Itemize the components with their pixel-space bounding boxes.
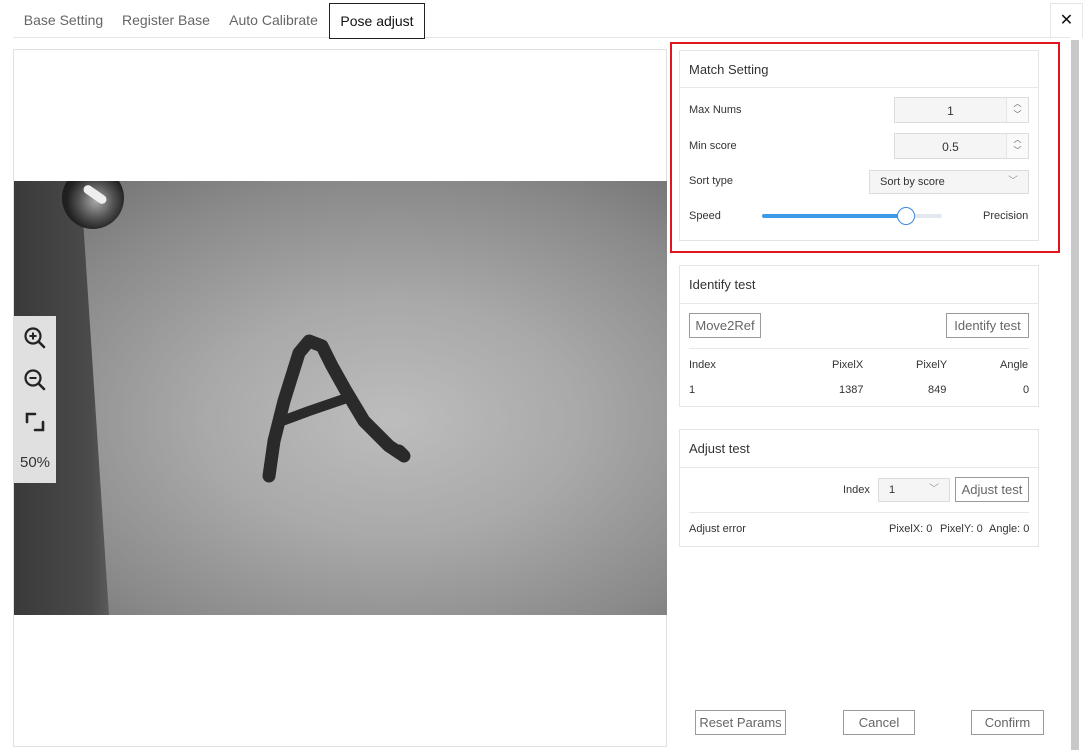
divider [680, 303, 1038, 304]
image-viewer[interactable]: 50% [13, 49, 667, 747]
zoom-toolbar: 50% [14, 316, 56, 483]
adjust-test-title: Adjust test [689, 441, 750, 456]
scrollbar-thumb[interactable] [1071, 40, 1079, 750]
zoom-out-icon[interactable] [22, 367, 48, 393]
cell-angle: 0 [1023, 384, 1030, 396]
close-button[interactable]: ✕ [1050, 3, 1083, 38]
chevron-down-icon: ﹀ [929, 484, 939, 495]
adjust-test-button[interactable]: Adjust test [955, 477, 1029, 502]
identify-test-button[interactable]: Identify test [946, 313, 1029, 338]
image-letter-a [262, 334, 411, 483]
cell-pixely: 849 [928, 384, 947, 396]
adjust-error-angle: Angle: 0 [989, 523, 1030, 535]
cell-index: 1 [689, 384, 696, 396]
divider [689, 512, 1029, 513]
zoom-in-icon[interactable] [22, 325, 48, 351]
adjust-index-label: Index [843, 484, 870, 496]
tab-bar: Base Setting Register Base Auto Calibrat… [13, 3, 1070, 39]
tab-auto-calibrate[interactable]: Auto Calibrate [218, 3, 329, 39]
move2ref-button[interactable]: Move2Ref [689, 313, 761, 338]
tab-pose-adjust[interactable]: Pose adjust [329, 3, 425, 39]
confirm-button[interactable]: Confirm [971, 710, 1044, 735]
adjust-index-select[interactable]: 1 ﹀ [878, 478, 950, 502]
tab-base-setting[interactable]: Base Setting [13, 3, 114, 39]
cancel-button[interactable]: Cancel [843, 710, 915, 735]
col-header-index: Index [689, 359, 716, 371]
tab-register-base[interactable]: Register Base [114, 3, 218, 39]
cell-pixelx: 1387 [839, 384, 864, 396]
reset-params-button[interactable]: Reset Params [695, 710, 786, 735]
divider [680, 467, 1038, 468]
close-icon: ✕ [1059, 12, 1074, 29]
highlight-box [670, 42, 1060, 253]
adjust-index-value: 1 [889, 484, 896, 496]
adjust-error-pixelx: PixelX: 0 [889, 523, 933, 535]
divider [689, 348, 1029, 349]
col-header-pixely: PixelY [916, 359, 948, 371]
camera-image [14, 181, 667, 615]
zoom-percent: 50% [19, 454, 51, 471]
identify-test-title: Identify test [689, 277, 756, 292]
col-header-pixelx: PixelX [832, 359, 864, 371]
adjust-error-pixely: PixelY: 0 [940, 523, 983, 535]
adjust-error-label: Adjust error [689, 523, 746, 535]
col-header-angle: Angle [1000, 359, 1029, 371]
fit-screen-icon[interactable] [22, 409, 48, 435]
